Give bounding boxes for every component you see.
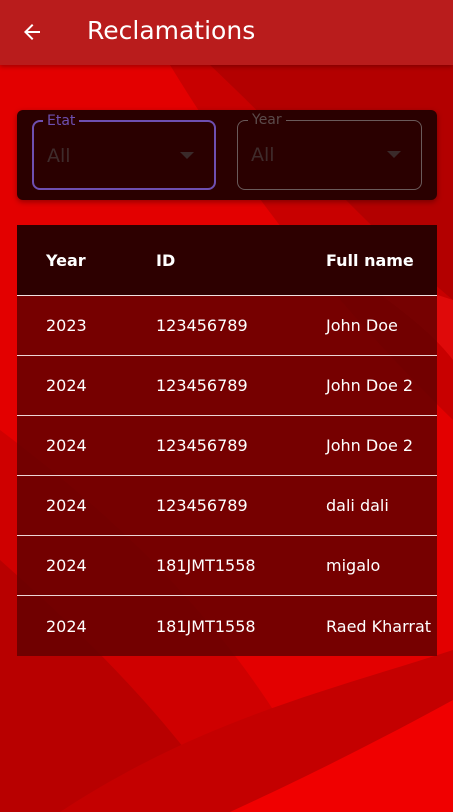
back-button[interactable] bbox=[14, 14, 50, 50]
table-header: Year ID Full name bbox=[17, 225, 437, 296]
cell-id: 123456789 bbox=[156, 376, 248, 395]
arrow-left-icon bbox=[24, 24, 40, 40]
cell-id: 181JMT1558 bbox=[156, 616, 256, 636]
year-dropdown[interactable]: Year All bbox=[237, 111, 422, 190]
cell-id: 123456789 bbox=[156, 316, 248, 335]
cell-full-name: dali dali bbox=[326, 496, 389, 515]
table-row[interactable]: 2024 181JMT1558 Raed Kharrat bbox=[17, 596, 437, 656]
table-row[interactable]: 2024 123456789 dali dali bbox=[17, 476, 437, 536]
cell-year: 2024 bbox=[46, 616, 87, 636]
cell-year: 2023 bbox=[46, 316, 87, 335]
table-row[interactable]: 2024 181JMT1558 migalo bbox=[17, 536, 437, 596]
cell-id: 123456789 bbox=[156, 496, 248, 515]
cell-full-name: John Doe bbox=[326, 316, 398, 335]
cell-full-name: Raed Kharrat bbox=[326, 616, 432, 636]
cell-year: 2024 bbox=[46, 376, 87, 395]
table-row[interactable]: 2023 123456789 John Doe bbox=[17, 296, 437, 356]
header-year[interactable]: Year bbox=[46, 225, 86, 295]
cell-year: 2024 bbox=[46, 496, 87, 515]
year-label: Year bbox=[248, 111, 286, 129]
app-bar: Reclamations bbox=[0, 0, 453, 65]
chevron-down-icon bbox=[180, 152, 194, 159]
etat-label: Etat bbox=[43, 112, 80, 130]
cell-year: 2024 bbox=[46, 556, 87, 575]
page-title: Reclamations bbox=[87, 16, 256, 45]
header-id[interactable]: ID bbox=[156, 225, 175, 295]
reclamations-table: Year ID Full name 2023 123456789 John Do… bbox=[17, 225, 437, 656]
cell-year: 2024 bbox=[46, 436, 87, 455]
year-value: All bbox=[251, 144, 275, 166]
chevron-down-icon bbox=[387, 151, 401, 158]
table-row[interactable]: 2024 123456789 John Doe 2 bbox=[17, 416, 437, 476]
filter-card: Etat All Year All bbox=[17, 110, 437, 200]
etat-value: All bbox=[47, 145, 71, 167]
cell-full-name: migalo bbox=[326, 556, 381, 575]
table-row[interactable]: 2024 123456789 John Doe 2 bbox=[17, 356, 437, 416]
etat-dropdown[interactable]: Etat All bbox=[32, 112, 216, 190]
cell-id: 123456789 bbox=[156, 436, 248, 455]
header-full-name[interactable]: Full name bbox=[326, 225, 414, 295]
cell-full-name: John Doe 2 bbox=[326, 376, 414, 395]
cell-full-name: John Doe 2 bbox=[326, 436, 414, 455]
cell-id: 181JMT1558 bbox=[156, 556, 256, 575]
